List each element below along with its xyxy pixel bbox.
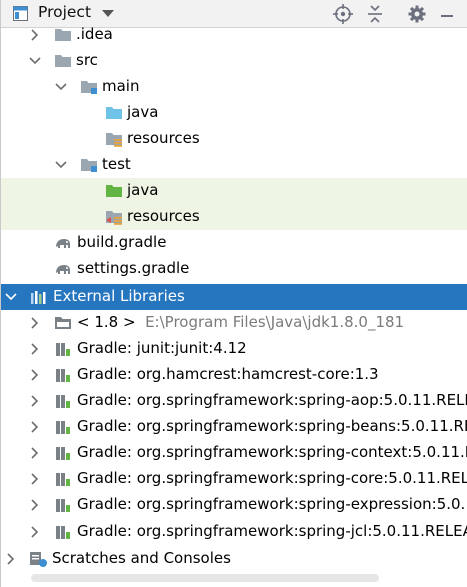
tree-item-main-resources[interactable]: resources [1,126,467,152]
jdk-version: < 1.8 > [77,313,136,331]
source-folder-icon [106,107,122,119]
module-folder-icon [81,81,97,94]
locate-icon[interactable] [333,4,353,24]
test-resources-folder-icon [106,211,122,225]
chevron-right-icon[interactable] [28,394,42,408]
tree-item-library[interactable]: Gradle: org.springframework:spring-core:… [1,466,467,492]
chevron-right-icon[interactable] [28,420,42,434]
tree-item-test[interactable]: test [1,152,467,178]
libraries-icon [31,291,46,304]
chevron-down-icon[interactable] [54,80,68,94]
tree-item-library[interactable]: Gradle: junit:junit:4.12 [1,336,467,362]
tree-item-library[interactable]: Gradle: org.springframework:spring-aop:5… [1,388,467,414]
horizontal-scrollbar[interactable] [31,574,379,582]
tree-item-main[interactable]: main [1,74,467,100]
chevron-down-icon[interactable] [54,158,68,172]
tree-item-label: Gradle: org.springframework:spring-core:… [77,469,467,487]
project-title[interactable]: Project [38,3,91,21]
resources-folder-icon [106,133,122,147]
folder-icon [55,55,71,67]
chevron-down-icon[interactable] [102,10,114,17]
chevron-right-icon[interactable] [4,552,18,566]
tree-item-jdk[interactable]: < 1.8 > E:\Program Files\Java\jdk1.8.0_1… [1,310,467,336]
library-jar-icon [56,447,70,460]
tree-item-label: resources [127,207,200,225]
tree-item-library[interactable]: Gradle: org.hamcrest:hamcrest-core:1.3 [1,362,467,388]
library-jar-icon [56,395,70,408]
tree-item-scratches[interactable]: Scratches and Consoles [1,546,467,572]
tree-item-library[interactable]: Gradle: org.springframework:spring-beans… [1,414,467,440]
collapse-all-icon[interactable] [365,4,385,24]
chevron-right-icon[interactable] [28,368,42,382]
tree-item-label: build.gradle [77,233,167,251]
gradle-elephant-icon [56,239,70,248]
tree-item-label: java [127,103,159,121]
tree-item-label: Scratches and Consoles [52,549,231,567]
project-view-icon[interactable] [13,6,28,21]
chevron-right-icon[interactable] [28,316,42,330]
tree-item-label: settings.gradle [77,259,190,277]
tree-item-label: src [76,51,98,69]
folder-icon [55,29,71,41]
tree-item-test-java[interactable]: java [1,178,467,204]
tree-item-label: < 1.8 > E:\Program Files\Java\jdk1.8.0_1… [77,313,404,331]
tree-item-external-libraries[interactable]: External Libraries [1,284,467,310]
tree-item-label: External Libraries [53,287,185,305]
tree-item-library[interactable]: Gradle: org.springframework:spring-jcl:5… [1,519,467,545]
tree-item-label: Gradle: org.springframework:spring-aop:5… [77,391,467,409]
library-jar-icon [56,421,70,434]
chevron-right-icon[interactable] [28,498,42,512]
tree-item-main-java[interactable]: java [1,100,467,126]
tree-item-label: .idea [76,25,113,43]
library-jar-icon [56,343,70,356]
tree-item-label: Gradle: org.springframework:spring-expre… [77,495,467,513]
chevron-right-icon[interactable] [28,342,42,356]
tree-item-label: test [102,155,131,173]
chevron-right-icon[interactable] [28,28,42,42]
tree-item-label: Gradle: org.springframework:spring-beans… [77,417,467,435]
tree-item-label: Gradle: org.springframework:spring-conte… [77,443,467,461]
tree-item-idea[interactable]: .idea [1,22,467,48]
tree-item-label: Gradle: org.hamcrest:hamcrest-core:1.3 [77,365,379,383]
jdk-path: E:\Program Files\Java\jdk1.8.0_181 [145,313,405,331]
settings-gear-icon[interactable] [407,4,427,24]
chevron-right-icon[interactable] [28,446,42,460]
minimize-icon[interactable] [437,4,457,24]
chevron-right-icon[interactable] [28,472,42,486]
chevron-down-icon[interactable] [4,290,18,304]
tree-item-label: Gradle: org.springframework:spring-jcl:5… [77,522,467,540]
module-folder-icon [81,159,97,172]
tree-item-label: resources [127,129,200,147]
scratches-icon [30,552,47,567]
tree-item-src[interactable]: src [1,48,467,74]
library-jar-icon [56,526,70,539]
jdk-folder-icon [55,317,71,329]
library-jar-icon [56,369,70,382]
tree-item-settings-gradle[interactable]: settings.gradle [1,256,467,282]
tree-item-label: java [127,181,159,199]
chevron-right-icon[interactable] [28,525,42,539]
tree-item-label: main [102,77,140,95]
test-source-folder-icon [106,185,122,197]
library-jar-icon [56,499,70,512]
tree-item-build-gradle[interactable]: build.gradle [1,230,467,256]
tree-item-label: Gradle: junit:junit:4.12 [77,339,247,357]
tree-item-library[interactable]: Gradle: org.springframework:spring-expre… [1,492,467,518]
chevron-down-icon[interactable] [28,54,42,68]
tree-item-library[interactable]: Gradle: org.springframework:spring-conte… [1,440,467,466]
tree-item-test-resources[interactable]: resources [1,204,467,230]
gradle-elephant-icon [56,265,70,274]
project-tool-window: Project .idea src main java resources te… [0,0,467,587]
library-jar-icon [56,473,70,486]
